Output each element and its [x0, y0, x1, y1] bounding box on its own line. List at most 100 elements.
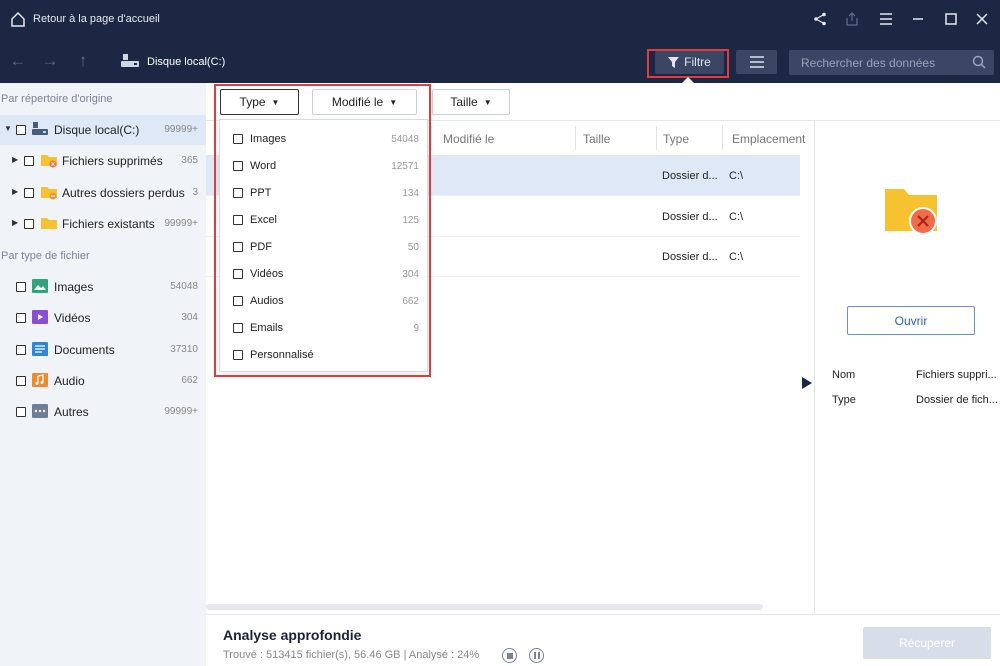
dropdown-item-images[interactable]: Images 54048 [220, 126, 427, 153]
sidebar-item-count: 54048 [170, 281, 198, 292]
back-to-home-link[interactable]: Retour à la page d'accueil [33, 13, 160, 25]
maximize-icon[interactable] [942, 10, 960, 28]
sidebar-item-existing-files[interactable]: ▶ Fichiers existants 99999+ [0, 209, 206, 239]
checkbox[interactable] [233, 296, 243, 306]
close-icon[interactable] [973, 10, 991, 28]
checkbox[interactable] [16, 125, 26, 135]
forward-arrow-icon[interactable]: → [41, 52, 59, 70]
checkbox[interactable] [24, 188, 34, 198]
column-header-location[interactable]: Emplacement [732, 132, 805, 146]
home-icon[interactable] [10, 11, 26, 27]
dropdown-item-emails[interactable]: Emails 9 [220, 315, 427, 342]
search-icon[interactable] [972, 55, 986, 69]
horizontal-scrollbar[interactable] [206, 604, 763, 610]
expand-down-icon[interactable]: ▼ [4, 124, 12, 133]
checkbox[interactable] [16, 313, 26, 323]
collapse-panel-icon[interactable] [802, 377, 812, 389]
stop-scan-icon[interactable] [502, 648, 517, 663]
row-location: C:\ [729, 211, 744, 223]
minimize-icon[interactable] [909, 10, 927, 28]
sidebar-item-images[interactable]: Images 54048 [0, 272, 206, 302]
filter-highlight-box [647, 49, 729, 78]
column-divider [722, 126, 723, 150]
checkbox[interactable] [233, 323, 243, 333]
checkbox[interactable] [16, 376, 26, 386]
folder-deleted-icon [41, 155, 57, 168]
export-icon[interactable] [843, 10, 861, 28]
dropdown-item-custom[interactable]: Personnalisé [220, 342, 427, 369]
sidebar-item-label: Vidéos [54, 311, 91, 325]
checkbox[interactable] [233, 350, 243, 360]
share-icon[interactable] [811, 10, 829, 28]
sidebar-item-lost-folders[interactable]: ▶ Autres dossiers perdus 3 [0, 178, 206, 208]
dropdown-item-label: Vidéos [250, 268, 284, 280]
checkbox[interactable] [16, 282, 26, 292]
other-type-icon [32, 404, 48, 418]
dropdown-item-excel[interactable]: Excel 125 [220, 207, 427, 234]
expand-right-icon[interactable]: ▶ [12, 218, 18, 227]
chevron-down-icon: ▼ [483, 97, 492, 107]
checkbox[interactable] [233, 215, 243, 225]
column-header-modified[interactable]: Modifié le [443, 132, 494, 146]
chevron-down-icon: ▼ [271, 97, 280, 107]
deleted-folder-preview-icon [885, 189, 937, 235]
dropdown-item-count: 54048 [391, 134, 419, 145]
modified-filter-label: Modifié le [331, 95, 384, 109]
checkbox[interactable] [233, 269, 243, 279]
expand-right-icon[interactable]: ▶ [12, 155, 18, 164]
column-header-size[interactable]: Taille [583, 132, 610, 146]
column-header-type[interactable]: Type [663, 132, 689, 146]
scan-stats: Trouvé : 513415 fichier(s), 56.46 GB | A… [223, 649, 480, 661]
search-input[interactable] [789, 50, 969, 75]
toolbar: ← → ↑ Disque local(C:) Filtre [0, 40, 1000, 83]
checkbox[interactable] [233, 188, 243, 198]
sidebar-item-label: Autres dossiers perdus [62, 186, 185, 200]
open-button[interactable]: Ouvrir [847, 306, 975, 335]
sidebar-item-videos[interactable]: Vidéos 304 [0, 303, 206, 333]
sidebar-item-local-disk[interactable]: ▼ Disque local(C:) 99999+ [0, 115, 206, 145]
up-arrow-icon[interactable]: ↑ [74, 52, 92, 70]
dropdown-item-count: 662 [402, 296, 419, 307]
audio-type-icon [32, 373, 48, 387]
sidebar-item-documents[interactable]: Documents 37310 [0, 335, 206, 365]
sidebar-item-deleted-files[interactable]: ▶ Fichiers supprimés 365 [0, 146, 206, 176]
drive-icon [121, 54, 139, 67]
recover-button[interactable]: Récuperer [863, 627, 991, 659]
dropdown-item-pdf[interactable]: PDF 50 [220, 234, 427, 261]
sidebar-item-label: Disque local(C:) [54, 123, 140, 137]
row-type: Dossier d... [662, 211, 718, 223]
video-type-icon [32, 310, 48, 324]
checkbox[interactable] [233, 134, 243, 144]
dropdown-item-count: 134 [402, 188, 419, 199]
row-type: Dossier d... [662, 170, 718, 182]
type-filter-dropdown[interactable]: Type ▼ [220, 89, 299, 115]
list-icon [749, 56, 764, 68]
view-menu-button[interactable] [736, 50, 777, 74]
checkbox[interactable] [16, 345, 26, 355]
checkbox[interactable] [233, 242, 243, 252]
sidebar-item-count: 3 [192, 187, 198, 198]
checkbox[interactable] [16, 407, 26, 417]
expand-right-icon[interactable]: ▶ [12, 187, 18, 196]
dropdown-item-label: Word [250, 160, 277, 172]
checkbox[interactable] [24, 219, 34, 229]
dropdown-item-word[interactable]: Word 12571 [220, 153, 427, 180]
dropdown-item-audios[interactable]: Audios 662 [220, 288, 427, 315]
pause-scan-icon[interactable] [529, 648, 544, 663]
back-arrow-icon[interactable]: ← [9, 52, 27, 70]
sidebar-item-count: 662 [181, 375, 198, 386]
menu-icon[interactable] [877, 10, 895, 28]
sidebar-item-audio[interactable]: Audio 662 [0, 366, 206, 396]
dropdown-item-count: 9 [413, 323, 419, 334]
property-type-value: Dossier de fich... [916, 394, 998, 406]
sidebar-item-count: 99999+ [164, 406, 198, 417]
checkbox[interactable] [24, 156, 34, 166]
drive-icon [32, 122, 48, 135]
modified-filter-dropdown[interactable]: Modifié le ▼ [312, 89, 417, 115]
sidebar-item-others[interactable]: Autres 99999+ [0, 397, 206, 427]
dropdown-item-videos[interactable]: Vidéos 304 [220, 261, 427, 288]
checkbox[interactable] [233, 161, 243, 171]
dropdown-item-ppt[interactable]: PPT 134 [220, 180, 427, 207]
dropdown-item-label: Emails [250, 322, 284, 334]
size-filter-dropdown[interactable]: Taille ▼ [432, 89, 510, 115]
